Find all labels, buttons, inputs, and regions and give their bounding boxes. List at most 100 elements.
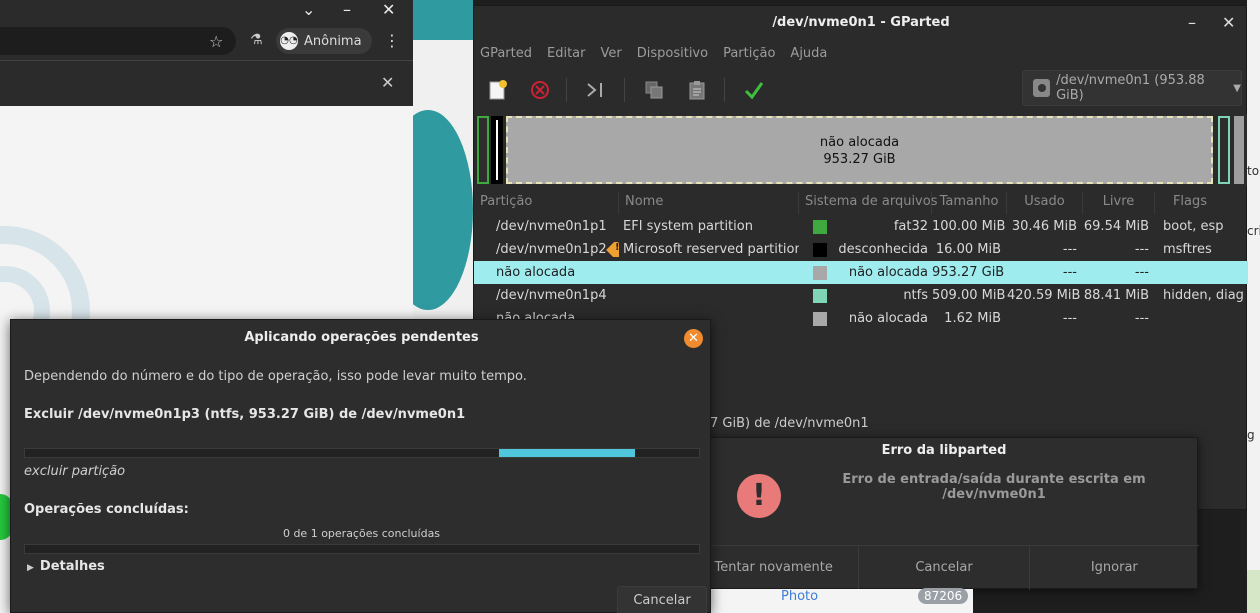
table-row-selected[interactable]: não alocada não alocada 953.27 GiB --- -… bbox=[474, 261, 1248, 284]
table-row[interactable]: /dev/nvme0n1p4 ntfs 509.00 MiB 420.59 Mi… bbox=[474, 284, 1248, 307]
overall-progress-bar bbox=[24, 544, 700, 554]
right-fragment-text: g bbox=[1247, 428, 1255, 442]
delete-icon bbox=[531, 81, 549, 99]
background-right-window: to cri g bbox=[1247, 0, 1260, 613]
menu-editar[interactable]: Editar bbox=[547, 42, 595, 68]
warning-icon bbox=[605, 242, 619, 257]
close-icon[interactable]: ✕ bbox=[1222, 13, 1235, 32]
cell-filesystem: não alocada bbox=[848, 311, 928, 326]
map-segment-unallocated-tail[interactable] bbox=[1234, 116, 1244, 184]
completed-count: 0 de 1 operações concluídas bbox=[282, 527, 441, 540]
menu-ver[interactable]: Ver bbox=[601, 42, 631, 68]
pending-operations-dialog: Aplicando operações pendentes ✕ Dependen… bbox=[10, 319, 711, 613]
retry-button[interactable]: Tentar novamente bbox=[689, 546, 860, 590]
column-header-nome[interactable]: Nome bbox=[619, 192, 799, 214]
cell-filesystem: não alocada bbox=[848, 265, 928, 280]
cell-filesystem: ntfs bbox=[903, 288, 928, 303]
browser-menu-icon[interactable]: ⋮ bbox=[384, 31, 400, 50]
ignore-button[interactable]: Ignorar bbox=[1030, 546, 1199, 590]
cell-size: 1.62 MiB bbox=[944, 311, 1001, 326]
cell-flags: msftres bbox=[1163, 242, 1212, 257]
device-selector-label: /dev/nvme0n1 (953.88 GiB) bbox=[1056, 73, 1205, 103]
cell-flags: boot, esp bbox=[1163, 219, 1224, 234]
map-segment-unallocated[interactable]: não alocada 953.27 GiB bbox=[506, 116, 1213, 184]
apply-button[interactable] bbox=[740, 76, 768, 104]
sub-operation: excluir partição bbox=[24, 464, 126, 479]
right-fragment-text: to bbox=[1247, 164, 1260, 178]
infobar-close-icon[interactable]: ✕ bbox=[381, 73, 394, 92]
cell-used: 30.46 MiB bbox=[1011, 219, 1077, 234]
cell-used: --- bbox=[1062, 242, 1077, 257]
menu-ajuda[interactable]: Ajuda bbox=[790, 42, 836, 68]
cell-used: 420.59 MiB bbox=[1007, 288, 1081, 303]
disk-icon bbox=[1033, 79, 1051, 97]
table-header: Partição Nome Sistema de arquivos Tamanh… bbox=[474, 192, 1248, 214]
map-segment-efi[interactable] bbox=[477, 116, 489, 184]
column-header-livre[interactable]: Livre bbox=[1083, 192, 1155, 214]
table-row[interactable]: /dev/nvme0n1p1 EFI system partition fat3… bbox=[474, 215, 1248, 238]
chevron-right-icon: ▶ bbox=[27, 563, 34, 573]
cell-size: 100.00 MiB bbox=[932, 219, 1006, 234]
details-label: Detalhes bbox=[39, 559, 105, 574]
cell-free: --- bbox=[1134, 242, 1149, 257]
error-dialog-title: Erro da libparted bbox=[881, 443, 1007, 458]
chevron-down-icon: ▼ bbox=[1233, 82, 1241, 94]
fs-color-swatch bbox=[813, 311, 827, 326]
delete-partition-button[interactable] bbox=[526, 76, 554, 104]
browser-maximize-icon[interactable]: – bbox=[343, 0, 351, 19]
browser-close-icon[interactable]: ✕ bbox=[382, 0, 395, 19]
cell-free: 69.54 MiB bbox=[1083, 219, 1149, 234]
incognito-label: Anônima bbox=[304, 33, 362, 49]
photo-count-badge: 87206 bbox=[918, 588, 969, 604]
column-header-particao[interactable]: Partição bbox=[474, 192, 619, 214]
bookmark-star-icon[interactable]: ☆ bbox=[209, 32, 223, 51]
copy-button[interactable] bbox=[640, 76, 668, 104]
map-segment-ntfs[interactable] bbox=[1218, 116, 1230, 184]
completed-label: Operações concluídas: bbox=[24, 502, 189, 517]
paste-button[interactable] bbox=[683, 76, 711, 104]
incognito-badge[interactable]: ◔◔ Anônima bbox=[276, 28, 372, 54]
cell-filesystem: fat32 bbox=[893, 219, 928, 234]
cell-filesystem: desconhecida bbox=[838, 242, 928, 257]
column-header-flags[interactable]: Flags bbox=[1155, 192, 1225, 214]
progress-pulse bbox=[499, 449, 635, 457]
cancel-button[interactable]: Cancelar bbox=[859, 546, 1030, 590]
details-expander[interactable]: ▶ Detalhes bbox=[27, 559, 105, 574]
operation-progress-bar bbox=[24, 448, 700, 458]
column-header-usado[interactable]: Usado bbox=[1007, 192, 1083, 214]
browser-minimize-icon[interactable]: ⌄ bbox=[302, 0, 315, 19]
cell-flags: hidden, diag bbox=[1163, 288, 1244, 303]
resize-move-button[interactable] bbox=[582, 76, 610, 104]
menu-dispositivo[interactable]: Dispositivo bbox=[637, 42, 717, 68]
error-message: Erro de entrada/saída durante escrita em… bbox=[842, 472, 1146, 502]
column-header-sistema[interactable]: Sistema de arquivos bbox=[799, 192, 937, 214]
cell-free: --- bbox=[1134, 265, 1149, 280]
table-row[interactable]: /dev/nvme0n1p2 Microsoft reserved partit… bbox=[474, 238, 1248, 261]
cell-free: 88.41 MiB bbox=[1083, 288, 1149, 303]
cell-free: --- bbox=[1134, 311, 1149, 326]
new-partition-button[interactable] bbox=[484, 76, 512, 104]
device-selector[interactable]: /dev/nvme0n1 (953.88 GiB) ▼ bbox=[1022, 70, 1242, 106]
error-dialog-buttons: Tentar novamente Cancelar Ignorar bbox=[689, 545, 1199, 590]
cell-used: --- bbox=[1062, 265, 1077, 280]
fs-color-swatch bbox=[813, 242, 827, 257]
column-header-tamanho[interactable]: Tamanho bbox=[932, 192, 1007, 214]
map-segment-msr[interactable] bbox=[491, 116, 503, 184]
toolbar: /dev/nvme0n1 (953.88 GiB) ▼ bbox=[474, 68, 1248, 112]
cell-size: 953.27 GiB bbox=[932, 265, 1005, 280]
labs-flask-icon[interactable]: ⚗ bbox=[250, 32, 263, 48]
minimize-icon[interactable]: – bbox=[1188, 13, 1196, 32]
partition-table: /dev/nvme0n1p1 EFI system partition fat3… bbox=[474, 215, 1248, 330]
fs-color-swatch bbox=[813, 219, 827, 234]
address-bar[interactable] bbox=[0, 27, 236, 55]
menu-particao[interactable]: Partição bbox=[723, 42, 784, 68]
cancel-button[interactable]: Cancelar bbox=[617, 586, 707, 613]
resize-arrow-icon bbox=[587, 83, 602, 97]
map-unallocated-label: não alocada bbox=[819, 135, 900, 150]
browser-infobar: ✕ bbox=[0, 60, 413, 106]
close-icon[interactable]: ✕ bbox=[684, 329, 703, 348]
photo-link[interactable]: Photo bbox=[781, 589, 818, 604]
menu-gparted[interactable]: GParted bbox=[480, 42, 541, 68]
window-title: /dev/nvme0n1 - GParted bbox=[772, 15, 950, 30]
pending-description: Dependendo do número e do tipo de operaç… bbox=[24, 369, 527, 384]
